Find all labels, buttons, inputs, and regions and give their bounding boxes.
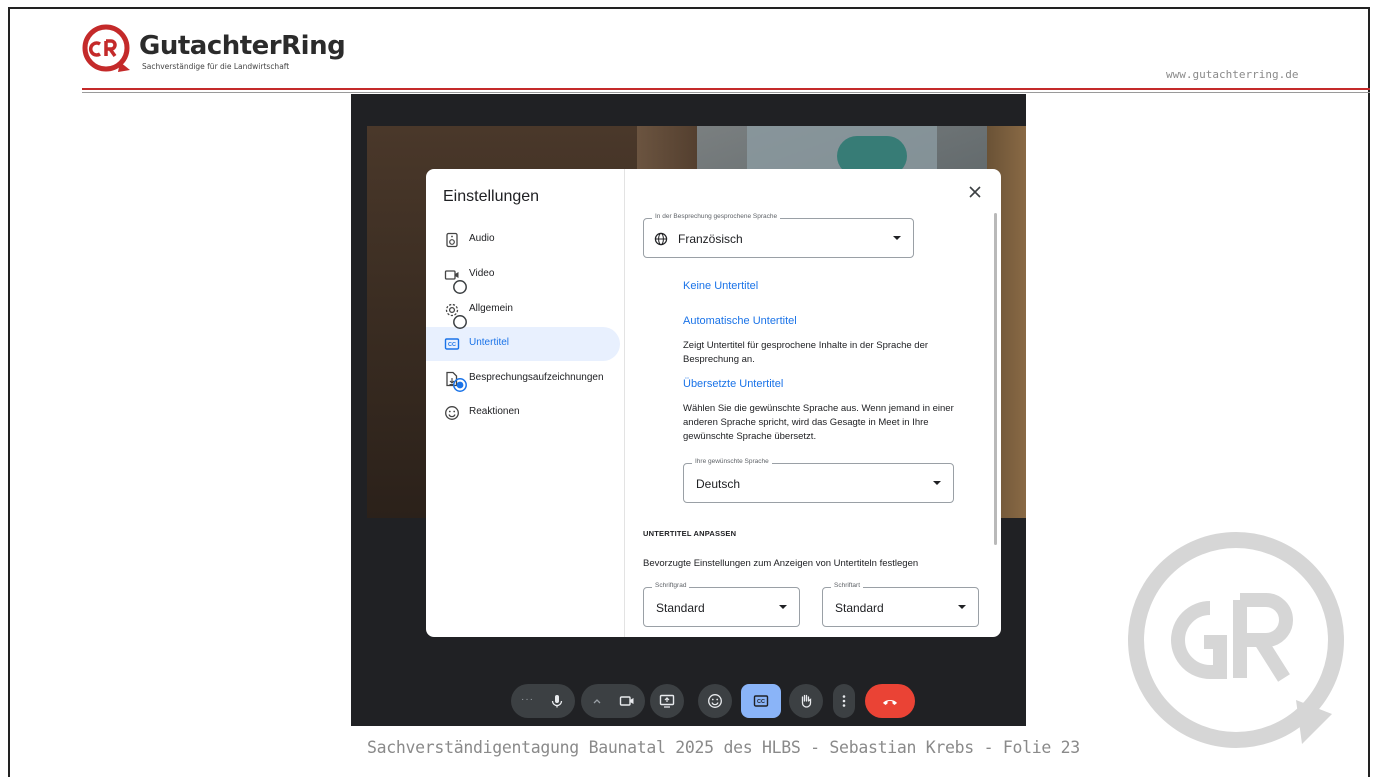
logo-title: GutachterRing <box>139 31 346 61</box>
font-size-select[interactable]: Schriftgrad Standard <box>643 582 800 627</box>
svg-text:CC: CC <box>757 699 765 705</box>
option-label-automatisch[interactable]: Automatische Untertitel <box>683 315 797 327</box>
website-url: www.gutachterring.de <box>1166 68 1299 81</box>
microphone-icon <box>551 695 563 708</box>
raise-hand-button[interactable] <box>789 684 823 718</box>
videocam-icon <box>619 696 634 706</box>
option-label-keine[interactable]: Keine Untertitel <box>683 280 758 292</box>
present-screen-icon <box>659 694 675 708</box>
settings-dialog: Einstellungen Audio Video Allgemein CC U… <box>426 169 1001 637</box>
radio-keine-untertitel[interactable] <box>452 279 468 295</box>
target-language-legend: Ihre gewünschte Sprache <box>692 458 772 465</box>
smiley-icon <box>708 694 722 708</box>
nav-label: Video <box>469 268 495 279</box>
meeting-controls: ··· CC <box>351 684 1026 718</box>
closed-caption-icon: CC <box>753 695 769 707</box>
font-family-value: Standard <box>835 601 884 615</box>
svg-text:CC: CC <box>448 342 456 348</box>
nav-label: Reaktionen <box>469 406 520 417</box>
header-red-rule <box>82 88 1370 90</box>
dialog-title: Einstellungen <box>443 188 540 205</box>
camera-control[interactable] <box>581 684 645 718</box>
font-size-legend: Schriftgrad <box>652 582 690 589</box>
smiley-icon <box>445 406 459 420</box>
spoken-language-select[interactable]: In der Besprechung gesprochene Sprache F… <box>643 213 914 258</box>
speaker-icon <box>446 232 458 248</box>
nav-label: Audio <box>469 233 495 244</box>
close-icon[interactable] <box>966 183 984 201</box>
chevron-down-icon <box>779 605 787 609</box>
target-language-value: Deutsch <box>696 477 741 491</box>
captions-button[interactable]: CC <box>741 684 781 718</box>
more-options-button[interactable] <box>833 684 855 718</box>
gr-logo-mark-icon <box>82 24 130 72</box>
meet-screenshot: Einstellungen Audio Video Allgemein CC U… <box>351 94 1026 726</box>
nav-label: Besprechungsaufzeichnungen <box>469 372 604 383</box>
gutachterring-logo: GutachterRing Sachverständige für die La… <box>80 22 346 82</box>
nav-item-audio[interactable]: Audio <box>426 223 620 257</box>
logo-subtitle: Sachverständige für die Landwirtschaft <box>142 62 290 71</box>
closed-caption-icon: CC <box>444 338 460 350</box>
settings-scrollbar[interactable] <box>994 213 997 545</box>
microphone-control[interactable]: ··· <box>511 684 575 718</box>
chevron-down-icon <box>933 481 941 485</box>
hand-icon <box>801 694 812 708</box>
header-grey-rule <box>82 92 1370 93</box>
font-size-value: Standard <box>656 601 705 615</box>
nav-item-reaktionen[interactable]: Reaktionen <box>426 396 620 430</box>
gr-watermark-icon <box>1128 532 1344 748</box>
nav-item-untertitel[interactable]: CC Untertitel <box>426 327 620 361</box>
target-language-select[interactable]: Ihre gewünschte Sprache Deutsch <box>683 458 954 503</box>
option-desc-automatisch: Zeigt Untertitel für gesprochene Inhalte… <box>683 340 929 365</box>
globe-icon <box>654 232 668 246</box>
more-options-label: ··· <box>521 694 534 705</box>
nav-label: Allgemein <box>469 303 513 314</box>
spoken-language-legend: In der Besprechung gesprochene Sprache <box>652 213 781 220</box>
more-vert-icon <box>842 695 846 707</box>
emoji-reaction-button[interactable] <box>698 684 732 718</box>
presentation-slide: GutachterRing Sachverständige für die La… <box>0 0 1375 777</box>
end-call-button[interactable] <box>865 684 915 718</box>
hang-up-icon <box>883 700 897 705</box>
option-desc-uebersetzt: Wählen Sie die gewünschte Sprache aus. W… <box>683 403 954 442</box>
font-family-legend: Schriftart <box>831 582 864 589</box>
settings-nav: Einstellungen Audio Video Allgemein CC U… <box>426 169 625 637</box>
radio-uebersetzte-untertitel[interactable] <box>452 377 468 393</box>
option-label-uebersetzt[interactable]: Übersetzte Untertitel <box>683 378 783 390</box>
section-description: Bevorzugte Einstellungen zum Anzeigen vo… <box>643 558 919 569</box>
present-screen-button[interactable] <box>650 684 684 718</box>
font-family-select[interactable]: Schriftart Standard <box>822 582 979 627</box>
slide-footer: Sachverständigentagung Baunatal 2025 des… <box>367 738 1080 757</box>
section-title: UNTERTITEL ANPASSEN <box>643 529 737 538</box>
spoken-language-value: Französisch <box>678 232 743 246</box>
radio-automatische-untertitel[interactable] <box>452 314 468 330</box>
nav-label: Untertitel <box>469 337 510 348</box>
chevron-down-icon <box>893 236 901 240</box>
chevron-down-icon <box>958 605 966 609</box>
chevron-up-icon <box>593 699 601 704</box>
